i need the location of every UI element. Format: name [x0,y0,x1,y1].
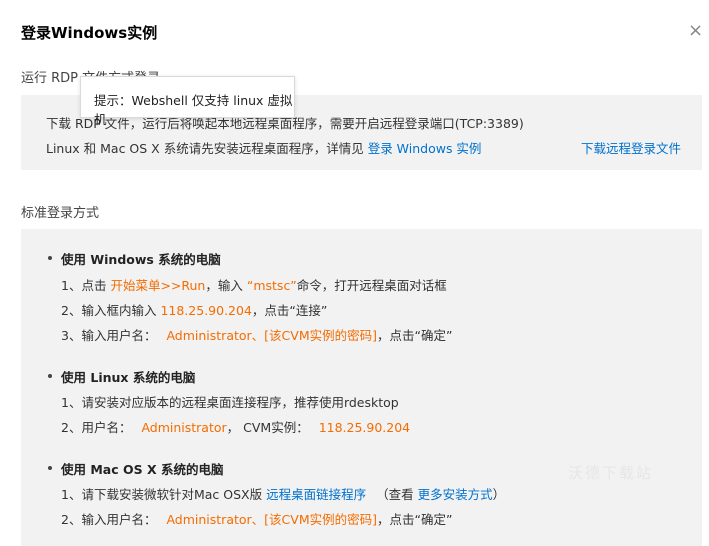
webshell-tooltip: 提示：Webshell 仅支持 linux 虚拟机 [80,76,295,127]
linux-step-1: 1、请安装对应版本的远程桌面连接程序，推荐使用rdesktop [61,395,399,410]
mstsc-command-text: “mstsc” [246,278,297,293]
mac-step-1: 1、请下载安装微软针对Mac OSX版 远程桌面链接程序 （查看 更多安装方式） [61,484,505,503]
step-text: 3、输入用户名： [61,328,157,343]
step-text: 命令，打开远程桌面对话框 [296,278,447,293]
step-text: ，点击“连接” [251,303,328,318]
mac-step-2: 2、输入用户名： Administrator、[该CVM实例的密码]，点击“确定… [61,509,452,528]
ip-address-text: 118.25.90.204 [160,303,252,318]
windows-heading: 使用 Windows 系统的电脑 [61,252,221,267]
rdp-requirement-text: Linux 和 Mac OS X 系统请先安装远程桌面程序，详情见 [46,141,364,156]
watermark: 沃德下载站 [568,464,654,482]
step-text: ， CVM实例： [226,420,309,435]
windows-step-3: 3、输入用户名： Administrator、[该CVM实例的密码]，点击“确定… [61,325,452,344]
windows-step-1: 1、点击 开始菜单>>Run，输入 “mstsc”命令，打开远程桌面对话框 [61,275,447,294]
remote-desktop-program-link[interactable]: 远程桌面链接程序 [266,487,366,502]
linux-heading: 使用 Linux 系统的电脑 [61,370,196,385]
username-text: Administrator [141,420,227,435]
dialog-title: 登录Windows实例 [21,24,158,42]
step-text: 2、用户名： [61,420,132,435]
credentials-text: Administrator、[该CVM实例的密码] [166,512,377,527]
step-text: ） [492,487,506,502]
rdp-requirement-line: Linux 和 Mac OS X 系统请先安装远程桌面程序，详情见 登录 Win… [46,138,481,157]
step-text: ，点击“确定” [376,512,453,527]
step-text: 2、输入用户名： [61,512,157,527]
windows-step-2: 2、输入框内输入 118.25.90.204，点击“连接” [61,300,327,319]
step-text: 2、输入框内输入 [61,303,157,318]
standard-section-title: 标准登录方式 [21,206,100,221]
credentials-text: Administrator、[该CVM实例的密码] [166,328,377,343]
step-text: 1、点击 [61,278,107,293]
bullet-dot [48,256,52,260]
close-icon[interactable]: × [688,22,703,40]
mac-heading: 使用 Mac OS X 系统的电脑 [61,462,224,477]
step-text: 1、请下载安装微软针对Mac OSX版 [61,487,263,502]
download-remote-login-file-link[interactable]: 下载远程登录文件 [581,138,681,157]
login-windows-instance-link[interactable]: 登录 Windows 实例 [368,141,482,156]
start-menu-run-text: 开始菜单>>Run [110,278,206,293]
ip-address-text: 118.25.90.204 [318,420,411,435]
bullet-dot [48,466,52,470]
step-text: ，输入 [205,278,243,293]
linux-step-2: 2、用户名： Administrator， CVM实例： 118.25.90.2… [61,417,410,436]
step-text: ，点击“确定” [376,328,453,343]
more-install-methods-link[interactable]: 更多安装方式 [418,487,493,502]
step-text: （查看 [376,487,414,502]
bullet-dot [48,374,52,378]
